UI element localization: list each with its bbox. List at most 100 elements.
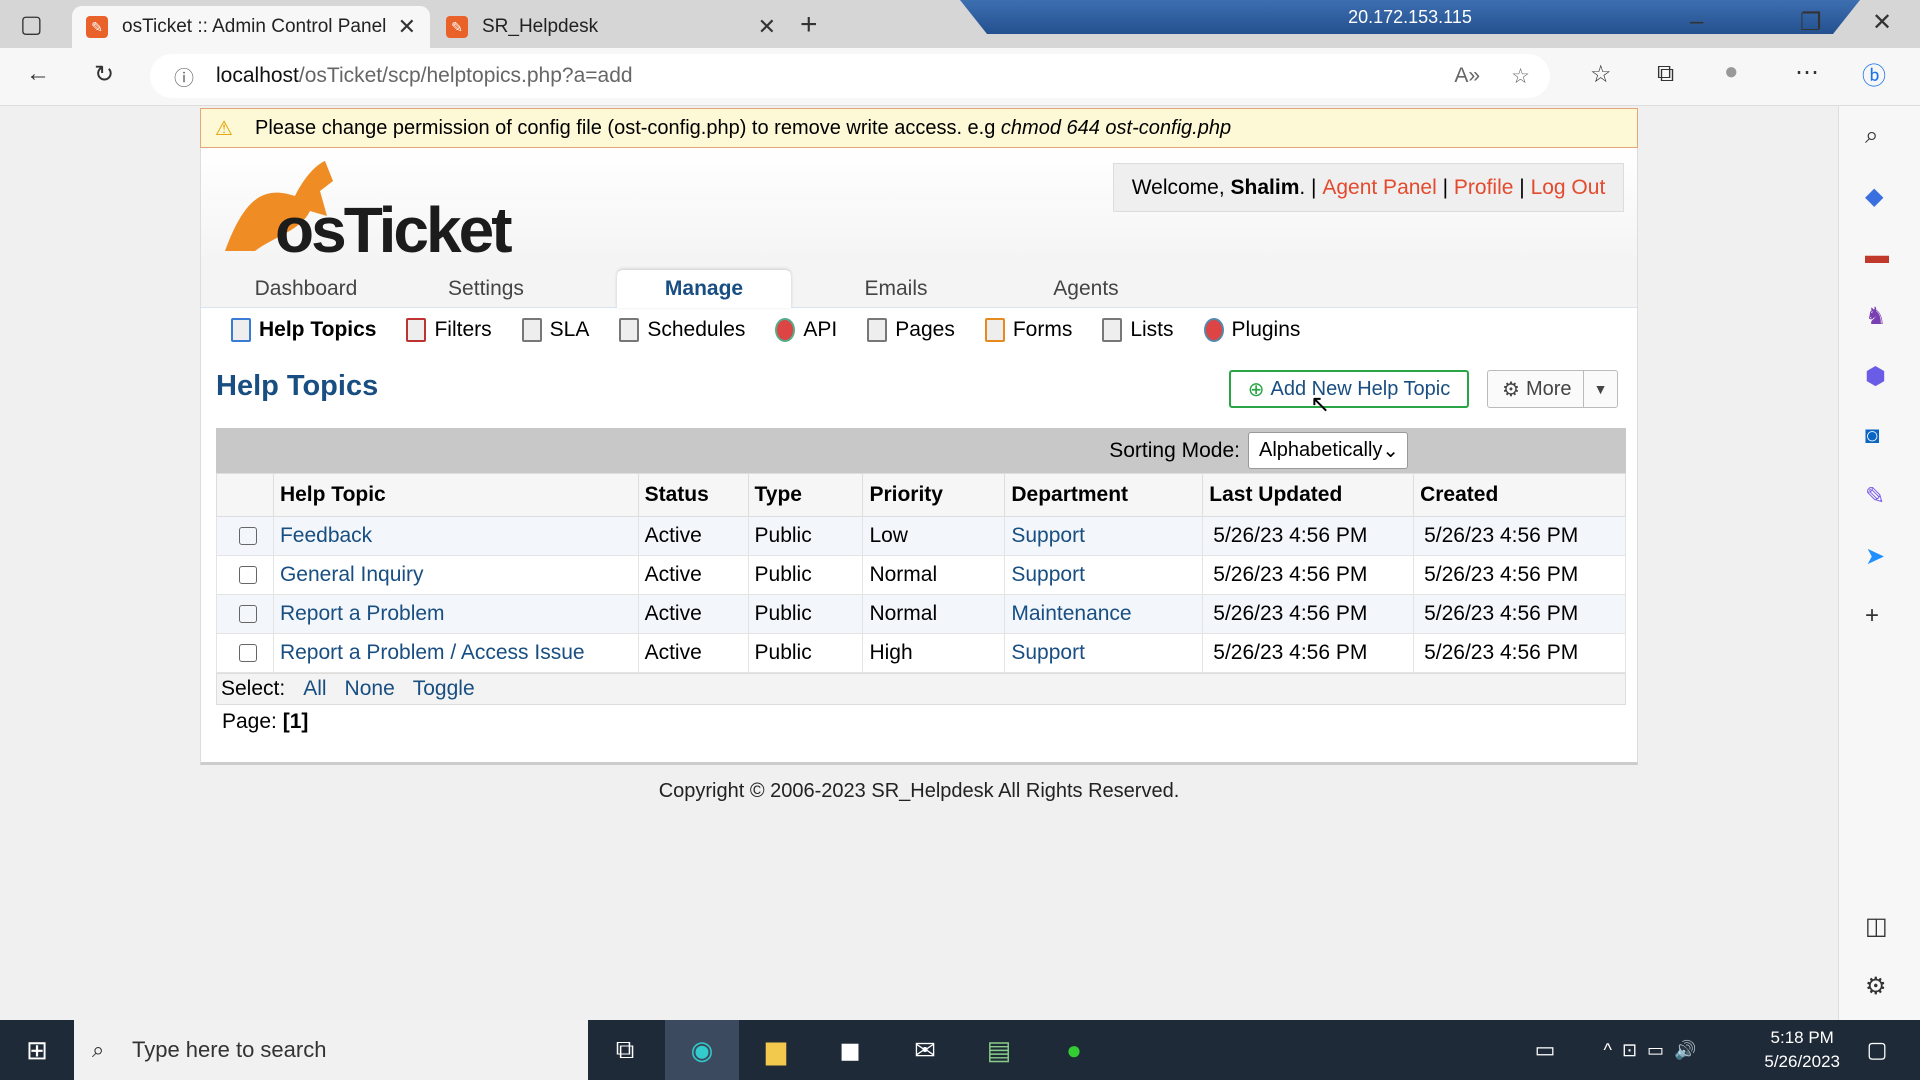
close-tab-icon[interactable]: ✕ (758, 14, 776, 40)
main-container: osTicket Welcome, Shalim. | Agent Panel … (200, 148, 1638, 765)
info-icon[interactable]: ⓘ (174, 62, 194, 91)
more-button[interactable]: ⚙ More ▼ (1487, 370, 1618, 408)
profile-link[interactable]: Profile (1454, 176, 1514, 200)
select-toggle-link[interactable]: Toggle (413, 677, 475, 701)
select-all-link[interactable]: All (303, 677, 326, 701)
send-icon[interactable]: ➤ (1865, 542, 1885, 571)
current-page[interactable]: [1] (283, 710, 309, 733)
tab-agents[interactable]: Agents (1016, 270, 1156, 308)
system-tray-icons[interactable]: ^⊡▭🔊 (1590, 1020, 1720, 1080)
department-link[interactable]: Support (1004, 555, 1204, 595)
priority-cell: Low (862, 516, 1006, 556)
logout-link[interactable]: Log Out (1531, 176, 1606, 200)
subnav-sla[interactable]: SLA (521, 318, 589, 342)
collections-icon[interactable]: ⧉ (1657, 60, 1674, 88)
tab-emails[interactable]: Emails (826, 270, 966, 308)
news-icon[interactable]: ▭ (1508, 1020, 1582, 1080)
row-checkbox[interactable] (238, 527, 257, 546)
subnav-plugins[interactable]: Plugins (1203, 318, 1300, 342)
subnav-api[interactable]: API (775, 318, 837, 342)
read-aloud-icon[interactable]: A» (1454, 64, 1480, 88)
store-icon[interactable]: ◼ (813, 1020, 887, 1080)
back-icon[interactable]: ← (26, 60, 50, 88)
page-title: Help Topics (216, 370, 379, 402)
clock[interactable]: 5:18 PM 5/26/2023 (1764, 1026, 1840, 1074)
close-tab-icon[interactable]: ✕ (398, 14, 416, 40)
subnav-label: Schedules (647, 318, 746, 341)
department-link[interactable]: Support (1004, 633, 1204, 673)
edge-taskbar-icon[interactable]: ◉ (665, 1020, 739, 1080)
column-header[interactable]: Priority (862, 473, 1006, 517)
sorting-mode-select[interactable]: Alphabetically ⌄ (1248, 432, 1408, 469)
column-header[interactable]: Status (637, 473, 749, 517)
subnav-filters[interactable]: Filters (406, 318, 492, 342)
department-link[interactable]: Support (1004, 516, 1204, 556)
sidebar-toggle-icon[interactable]: ◫ (1865, 912, 1888, 941)
profile-avatar[interactable]: ● (1724, 58, 1739, 86)
pagination: Page: [1] (222, 710, 308, 734)
server-manager-icon[interactable]: ▤ (962, 1020, 1036, 1080)
tab-dashboard[interactable]: Dashboard (236, 270, 376, 308)
plugins-icon (1203, 318, 1224, 342)
type-cell: Public (747, 555, 864, 595)
restore-icon[interactable]: ❐ (1800, 8, 1822, 37)
agent-panel-link[interactable]: Agent Panel (1322, 176, 1436, 200)
add-help-topic-button[interactable]: ⊕ Add New Help Topic (1229, 370, 1469, 408)
subnav-lists[interactable]: Lists (1102, 318, 1174, 342)
osticket-logo[interactable]: osTicket (215, 156, 515, 266)
task-view-icon[interactable]: ⧉ (588, 1020, 662, 1080)
taskbar-search-input[interactable]: ⌕ Type here to search (74, 1020, 588, 1080)
designer-icon[interactable]: ✎ (1865, 482, 1885, 511)
favorite-add-icon[interactable]: ☆ (1511, 64, 1530, 89)
tab-sr-helpdesk[interactable]: ✎ SR_Helpdesk ✕ (432, 6, 790, 48)
column-header[interactable]: Department (1004, 473, 1204, 517)
subnav-schedules[interactable]: Schedules (619, 318, 745, 342)
row-checkbox[interactable] (238, 644, 257, 663)
bing-chat-icon[interactable]: ⓑ (1862, 56, 1886, 91)
column-header[interactable]: Help Topic (272, 473, 639, 517)
windows-start-icon[interactable]: ⊞ (0, 1020, 74, 1080)
games-icon[interactable]: ♞ (1865, 302, 1887, 331)
row-checkbox[interactable] (238, 566, 257, 585)
column-header[interactable]: Last Updated (1202, 473, 1415, 517)
office-icon[interactable]: ⬢ (1865, 362, 1886, 391)
tab-admin-panel[interactable]: ✎ osTicket :: Admin Control Panel ✕ (72, 6, 430, 48)
help-topic-link[interactable]: Report a Problem (272, 594, 639, 634)
table-header-row: Help Topic Status Type Priority Departme… (216, 473, 1626, 517)
file-explorer-icon[interactable]: ▆ (739, 1020, 813, 1080)
select-none-link[interactable]: None (345, 677, 395, 701)
shopping-tag-icon[interactable]: ◆ (1865, 182, 1883, 211)
refresh-icon[interactable]: ↻ (94, 60, 114, 89)
tab-settings[interactable]: Settings (416, 270, 556, 308)
search-placeholder: Type here to search (132, 1037, 327, 1062)
settings-gear-icon[interactable]: ⚙ (1865, 972, 1887, 1001)
outlook-icon[interactable]: ◙ (1865, 422, 1880, 450)
column-header[interactable]: Created (1413, 473, 1626, 517)
tab-manage[interactable]: Manage (617, 270, 791, 308)
mail-icon[interactable]: ✉ (888, 1020, 962, 1080)
help-topic-link[interactable]: General Inquiry (272, 555, 639, 595)
department-link[interactable]: Maintenance (1004, 594, 1204, 634)
subnav-label: Filters (434, 318, 492, 341)
minimize-icon[interactable]: – (1690, 8, 1703, 36)
favorites-icon[interactable]: ☆ (1590, 60, 1612, 89)
help-topic-link[interactable]: Report a Problem / Access Issue (272, 633, 639, 673)
tools-icon[interactable]: ▬ (1865, 242, 1889, 270)
hs-app-icon[interactable]: ● (1037, 1020, 1111, 1080)
column-header[interactable]: Type (747, 473, 864, 517)
more-menu-icon[interactable]: ⋯ (1795, 58, 1819, 87)
tab-actions-icon[interactable]: ▢ (20, 10, 43, 39)
close-window-icon[interactable]: ✕ (1872, 8, 1892, 37)
subnav-pages[interactable]: Pages (867, 318, 955, 342)
notifications-icon[interactable]: ▢ (1840, 1020, 1914, 1080)
help-topic-link[interactable]: Feedback (272, 516, 639, 556)
new-tab-icon[interactable]: + (800, 8, 818, 42)
subnav-forms[interactable]: Forms (984, 318, 1072, 342)
subnav-help-topics[interactable]: Help Topics (231, 318, 376, 342)
search-icon[interactable]: ⌕ (1865, 122, 1878, 150)
url-input[interactable]: ⓘ localhost/osTicket/scp/helptopics.php?… (150, 54, 1550, 98)
sub-nav: Help Topics Filters SLA Schedules API Pa… (201, 308, 1637, 352)
row-checkbox[interactable] (238, 605, 257, 624)
add-sidebar-icon[interactable]: + (1865, 602, 1879, 630)
chevron-down-icon[interactable]: ▼ (1583, 371, 1617, 407)
